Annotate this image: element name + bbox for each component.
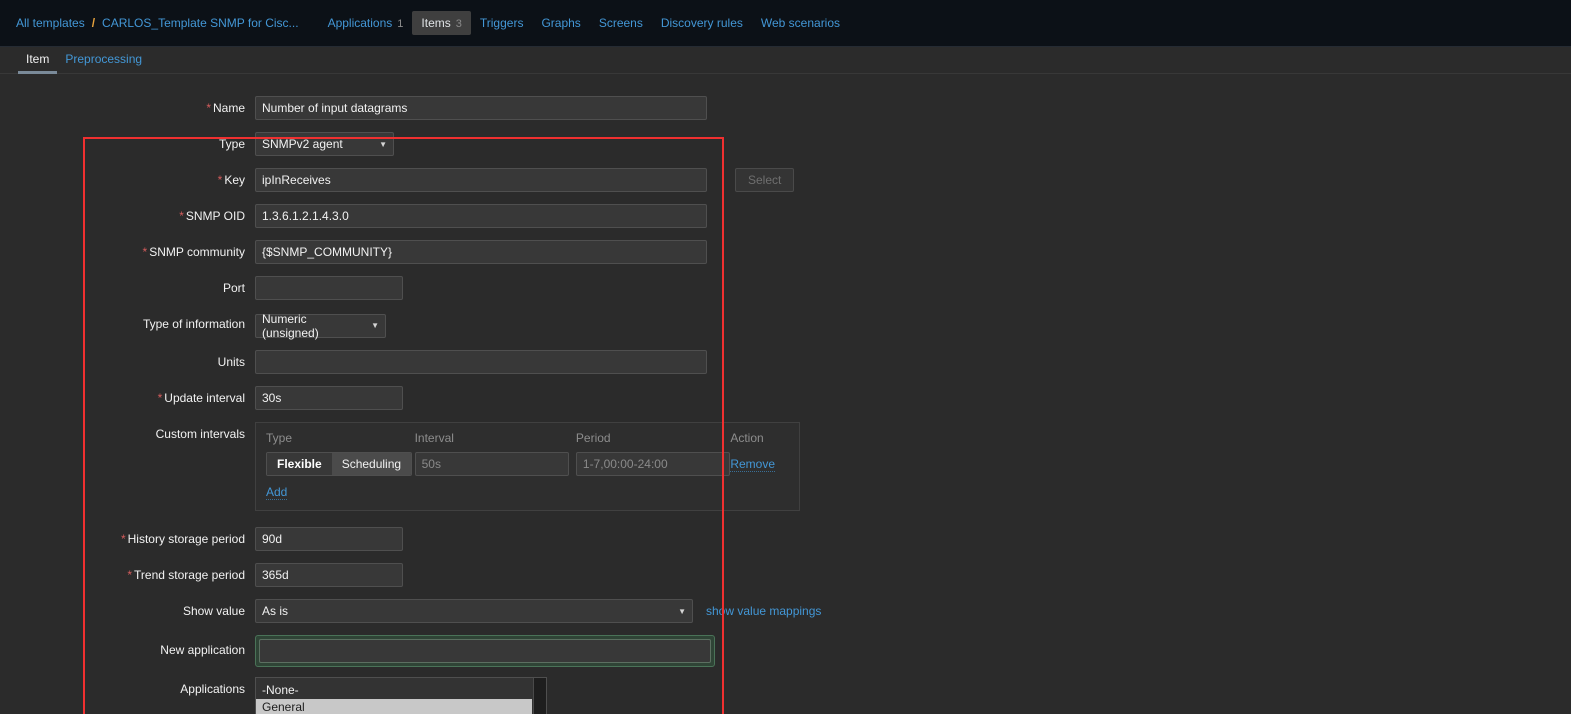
nav-tab-label: Screens xyxy=(598,16,643,30)
column-header-action: Action xyxy=(730,431,764,445)
custom-interval-remove-link[interactable]: Remove xyxy=(730,457,776,472)
label-new-application: New application xyxy=(160,643,245,657)
required-marker: * xyxy=(217,173,223,187)
column-header-interval: Interval xyxy=(414,431,454,445)
new-application-input[interactable] xyxy=(259,639,711,663)
nav-tab-discovery-rules[interactable]: Discovery rules xyxy=(652,11,752,35)
custom-interval-delay-input[interactable] xyxy=(414,452,569,476)
list-item[interactable]: -None- xyxy=(256,682,546,699)
port-input[interactable] xyxy=(255,276,403,300)
snmp-community-input[interactable] xyxy=(255,240,707,264)
type-select[interactable]: SNMPv2 agent xyxy=(255,132,394,156)
key-select-button[interactable]: Select xyxy=(735,168,795,192)
nav-tab-graphs[interactable]: Graphs xyxy=(532,11,589,35)
breadcrumb-all-templates[interactable]: All templates xyxy=(16,16,85,30)
nav-tab-label: Web scenarios xyxy=(760,16,841,30)
label-update-interval: * Update interval xyxy=(157,391,245,405)
label-name: * Name xyxy=(206,101,245,115)
breadcrumb: All templates / CARLOS_Template SNMP for… xyxy=(16,16,299,30)
tab-preprocessing[interactable]: Preprocessing xyxy=(57,52,150,73)
label-applications: Applications xyxy=(180,682,245,696)
label-custom-intervals: Custom intervals xyxy=(155,427,245,441)
nav-tab-count: 3 xyxy=(455,18,462,30)
column-header-type: Type xyxy=(266,431,293,445)
show-value-select[interactable]: As is xyxy=(255,599,693,623)
field-row-key: *Key Select xyxy=(0,168,1571,192)
nav-tab-label: Discovery rules xyxy=(660,16,743,30)
item-subtabs: Item Preprocessing xyxy=(0,47,1571,74)
custom-intervals-table: Type Interval Period Action Flexible Sch… xyxy=(255,422,800,511)
name-input[interactable] xyxy=(255,96,707,120)
breadcrumb-template-name[interactable]: CARLOS_Template SNMP for Cisc... xyxy=(102,16,299,30)
nav-tab-screens[interactable]: Screens xyxy=(590,11,652,35)
field-row-custom-intervals: Custom intervals Type Interval Period Ac… xyxy=(0,422,1571,511)
nav-tab-label: Triggers xyxy=(479,16,524,30)
field-row-units: Units xyxy=(0,350,1571,374)
new-application-focus-ring xyxy=(255,635,715,667)
key-input[interactable] xyxy=(255,168,707,192)
field-row-update-interval: * Update interval xyxy=(0,386,1571,410)
label-type-of-information: Type of information xyxy=(142,317,245,331)
label-port: Port xyxy=(222,281,245,295)
show-value-mappings-link[interactable]: show value mappings xyxy=(706,604,821,618)
field-row-applications: Applications -None- General xyxy=(0,677,1571,714)
update-interval-input[interactable] xyxy=(255,386,403,410)
field-row-type-of-information: Type of information Numeric (unsigned) ▼ xyxy=(0,312,1571,340)
label-trend-storage-period: * Trend storage period xyxy=(127,568,245,582)
label-type: Type xyxy=(218,137,245,151)
custom-interval-period-input[interactable] xyxy=(575,452,730,476)
interval-type-flexible-button[interactable]: Flexible xyxy=(267,453,332,475)
custom-intervals-row: Flexible Scheduling Remove xyxy=(266,452,789,476)
field-row-snmp-oid: * SNMP OID xyxy=(0,204,1571,228)
field-row-history-storage-period: * History storage period xyxy=(0,527,1571,551)
required-marker: * xyxy=(120,532,126,546)
label-snmp-community: * SNMP community xyxy=(142,245,245,259)
nav-tab-items[interactable]: Items 3 xyxy=(412,11,471,35)
required-marker: * xyxy=(127,568,133,582)
list-item[interactable]: General xyxy=(256,699,532,714)
units-input[interactable] xyxy=(255,350,707,374)
required-marker: * xyxy=(179,209,184,223)
required-marker: * xyxy=(157,391,163,405)
history-storage-period-input[interactable] xyxy=(255,527,403,551)
nav-tab-applications[interactable]: Applications 1 xyxy=(319,11,413,35)
field-row-name: * Name xyxy=(0,96,1571,120)
column-header-period: Period xyxy=(575,431,611,445)
required-marker: * xyxy=(206,101,211,115)
nav-tab-label: Items xyxy=(421,16,451,30)
page-header: All templates / CARLOS_Template SNMP for… xyxy=(0,0,1571,47)
tab-item[interactable]: Item xyxy=(18,52,58,74)
label-show-value: Show value xyxy=(182,604,245,618)
snmp-oid-input[interactable] xyxy=(255,204,707,228)
nav-tab-web-scenarios[interactable]: Web scenarios xyxy=(752,11,849,35)
applications-listbox[interactable]: -None- General xyxy=(255,677,547,714)
trend-storage-period-input[interactable] xyxy=(255,563,403,587)
label-snmp-oid: * SNMP OID xyxy=(179,209,245,223)
nav-tab-triggers[interactable]: Triggers xyxy=(471,11,533,35)
required-marker: * xyxy=(142,245,148,259)
item-form: *Name Type SNMPv2 agent ▼ *Key Select *S… xyxy=(0,74,1571,714)
label-units: Units xyxy=(217,355,245,369)
field-row-show-value: Show value As is ▼ show value mappings xyxy=(0,599,1571,623)
template-nav-tabs: Applications 1 Items 3 Triggers Graphs S… xyxy=(319,11,849,35)
breadcrumb-separator: / xyxy=(91,16,96,30)
type-of-information-select[interactable]: Numeric (unsigned) xyxy=(255,312,386,340)
label-key: * Key xyxy=(217,173,245,187)
interval-type-scheduling-button[interactable]: Scheduling xyxy=(331,453,412,475)
applications-scrollbar[interactable] xyxy=(533,678,546,714)
interval-type-toggle: Flexible Scheduling xyxy=(266,452,413,476)
field-row-trend-storage-period: * Trend storage period xyxy=(0,563,1571,587)
field-row-type: Type SNMPv2 agent ▼ xyxy=(0,132,1571,156)
field-row-port: Port xyxy=(0,276,1571,300)
nav-tab-label: Graphs xyxy=(541,16,581,30)
field-row-snmp-community: * SNMP community xyxy=(0,240,1571,264)
field-row-new-application: New application xyxy=(0,635,1571,667)
custom-intervals-header: Type Interval Period Action xyxy=(266,431,789,452)
label-history-storage-period: * History storage period xyxy=(120,532,245,546)
nav-tab-label: Applications xyxy=(327,16,393,30)
nav-tab-count: 1 xyxy=(397,18,404,30)
custom-interval-add-link[interactable]: Add xyxy=(266,485,288,500)
